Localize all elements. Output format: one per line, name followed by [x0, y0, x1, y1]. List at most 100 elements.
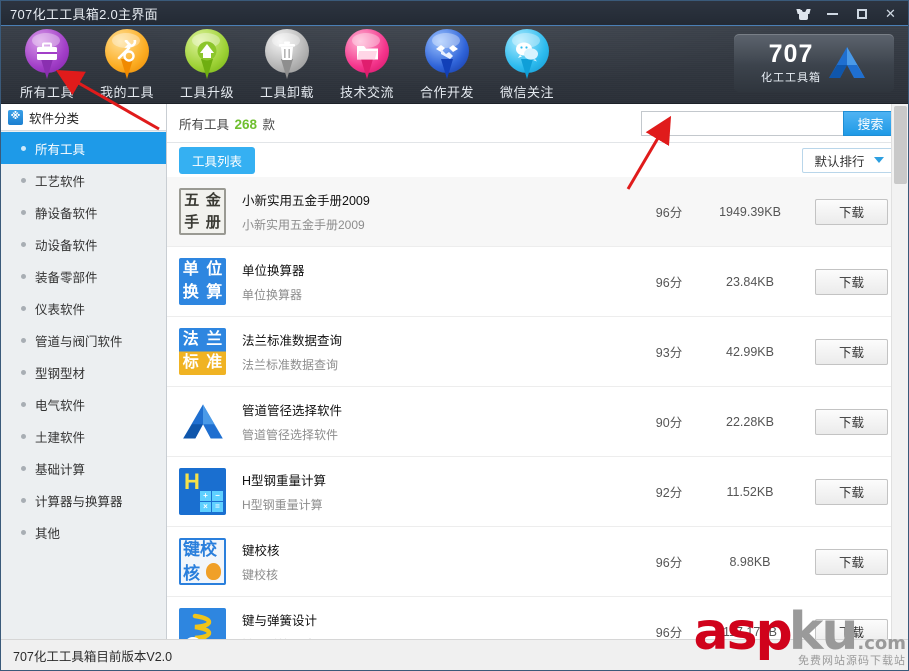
main-toolbar: 所有工具 我的工具 工具升级 工具卸载 技术交流 合作开发 微信关注 707 化…	[1, 26, 908, 104]
toolbar-item-label: 合作开发	[419, 85, 474, 100]
wrench-glyph	[117, 40, 137, 62]
status-bar-text: 707化工工具箱目前版本V2.0	[13, 649, 173, 664]
tool-score: 96分	[655, 556, 683, 570]
sidebar-item-civil-software[interactable]: 土建软件	[1, 420, 166, 452]
toolbar-item-upgrade[interactable]: 工具升级	[167, 26, 247, 104]
up-arrow-glyph	[197, 41, 217, 61]
briefcase-glyph	[37, 42, 57, 60]
body-area: ※ 软件分类 所有工具 工艺软件 静设备软件 动设备软件 装备零部件 仪表软件 …	[1, 104, 908, 639]
table-row[interactable]: H + − × = H型钢重量计算 H型钢重量计算 92分 11.52KB 下载	[167, 457, 908, 527]
maximize-button[interactable]	[848, 2, 875, 25]
sidebar-item-all-tools[interactable]: 所有工具	[1, 132, 166, 164]
table-row[interactable]: 法兰标准 法兰标准数据查询 法兰标准数据查询 93分 42.99KB 下载	[167, 317, 908, 387]
tool-meta: 法兰标准数据查询 法兰标准数据查询	[242, 330, 572, 373]
download-button[interactable]: 下载	[815, 268, 888, 295]
sidebar-item-label: 静设备软件	[35, 206, 98, 221]
skin-icon[interactable]	[790, 2, 817, 25]
handshake-icon	[422, 29, 472, 81]
toolbar-item-my-tools[interactable]: 我的工具	[87, 26, 167, 104]
toolbar-item-cooperation[interactable]: 合作开发	[407, 26, 487, 104]
toolbar-item-uninstall[interactable]: 工具卸载	[247, 26, 327, 104]
tool-size: 11.52KB	[726, 484, 774, 499]
bullet-icon	[21, 497, 26, 503]
tool-score: 96分	[655, 206, 683, 220]
sidebar-item-instrument-software[interactable]: 仪表软件	[1, 292, 166, 324]
sidebar-item-pipe-valve-software[interactable]: 管道与阀门软件	[1, 324, 166, 356]
trash-glyph	[279, 41, 295, 60]
sidebar-list: 所有工具 工艺软件 静设备软件 动设备软件 装备零部件 仪表软件 管道与阀门软件…	[1, 131, 166, 548]
sidebar-item-label: 其他	[35, 526, 61, 541]
bullet-icon	[21, 529, 26, 535]
tool-name: 小新实用五金手册2009	[242, 194, 370, 208]
sidebar-item-label: 管道与阀门软件	[35, 334, 123, 349]
tool-name: 法兰标准数据查询	[242, 334, 343, 348]
table-row[interactable]: 五金手册 小新实用五金手册2009 小新实用五金手册2009 96分 1949.…	[167, 177, 908, 247]
sidebar-item-label: 基础计算	[35, 462, 86, 477]
h-steel-icon: H + − × =	[179, 468, 226, 515]
content-area: 所有工具 268 款 搜索 工具列表 默认排行 五 金 手 册 小新实用五金手册…	[167, 104, 908, 639]
bullet-icon	[21, 337, 26, 343]
toolbar-item-wechat[interactable]: 微信关注	[487, 26, 567, 104]
bullet-icon	[21, 305, 26, 311]
content-header: 所有工具 268 款 搜索	[167, 104, 908, 143]
close-button[interactable]: ✕	[877, 2, 904, 25]
wechat-glyph	[516, 42, 538, 61]
sort-dropdown[interactable]: 默认排行	[802, 147, 896, 173]
category-icon: ※	[8, 109, 23, 125]
bullet-icon	[21, 273, 26, 279]
folder-glyph	[356, 45, 378, 59]
toolbar-item-label: 我的工具	[99, 85, 154, 100]
sidebar-item-label: 计算器与换算器	[35, 494, 123, 509]
sidebar-item-static-equipment[interactable]: 静设备软件	[1, 196, 166, 228]
table-row[interactable]: 单位换算 单位换算器 单位换算器 96分 23.84KB 下载	[167, 247, 908, 317]
tool-name: 键校核	[242, 544, 280, 558]
vertical-scrollbar[interactable]	[891, 104, 908, 639]
toolbar-item-label: 工具升级	[179, 85, 234, 100]
download-button[interactable]: 下载	[815, 548, 888, 575]
window-title: 707化工工具箱2.0主界面	[10, 6, 158, 22]
window-controls: ✕	[790, 1, 904, 26]
table-row[interactable]: 管道管径选择软件 管道管径选择软件 90分 22.28KB 下载	[167, 387, 908, 457]
sidebar-item-calculator-converter[interactable]: 计算器与换算器	[1, 484, 166, 516]
logo-mark-icon	[829, 47, 865, 78]
maximize-icon	[856, 8, 867, 19]
tool-name: 单位换算器	[242, 264, 305, 278]
bullet-icon	[21, 209, 26, 215]
tool-meta: 小新实用五金手册2009 小新实用五金手册2009	[242, 190, 572, 233]
download-button[interactable]: 下载	[815, 338, 888, 365]
tool-desc: H型钢重量计算	[242, 498, 323, 512]
tab-tool-list[interactable]: 工具列表	[179, 146, 256, 174]
sidebar-item-other[interactable]: 其他	[1, 516, 166, 548]
sidebar-item-process-software[interactable]: 工艺软件	[1, 164, 166, 196]
search-button[interactable]: 搜索	[843, 110, 898, 136]
scrollbar-thumb[interactable]	[894, 106, 907, 184]
tool-name: H型钢重量计算	[242, 474, 327, 488]
sidebar-item-steel-sections[interactable]: 型钢型材	[1, 356, 166, 388]
download-button[interactable]: 下载	[815, 618, 888, 639]
sidebar-item-electrical-software[interactable]: 电气软件	[1, 388, 166, 420]
sidebar-item-basic-calculation[interactable]: 基础计算	[1, 452, 166, 484]
bullet-icon	[21, 145, 26, 151]
toolbar-item-all-tools[interactable]: 所有工具	[7, 26, 87, 104]
sidebar-item-dynamic-equipment[interactable]: 动设备软件	[1, 228, 166, 260]
shirt-icon	[796, 8, 811, 20]
sidebar-item-label: 装备零部件	[35, 270, 98, 285]
download-button[interactable]: 下载	[815, 478, 888, 505]
table-row[interactable]: 键校 核 键校核 键校核 96分 8.98KB 下载	[167, 527, 908, 597]
content-subheader: 工具列表 默认排行	[167, 143, 908, 177]
toolbar-item-tech-exchange[interactable]: 技术交流	[327, 26, 407, 104]
download-button[interactable]: 下载	[815, 198, 888, 225]
download-button[interactable]: 下载	[815, 408, 888, 435]
logo-title: 707	[768, 39, 814, 68]
sidebar-item-label: 型钢型材	[35, 366, 86, 381]
pipe-logo-icon	[179, 398, 226, 445]
table-row[interactable]: 键与弹簧设计 键与弹簧设计 96分 117.17KB 下载	[167, 597, 908, 639]
triangle-logo-icon	[182, 403, 223, 438]
sidebar-item-equipment-parts[interactable]: 装备零部件	[1, 260, 166, 292]
folder-icon	[342, 29, 392, 81]
search-input[interactable]	[641, 110, 843, 136]
bullet-icon	[21, 433, 26, 439]
wechat-icon	[502, 29, 552, 81]
tool-size: 22.28KB	[726, 414, 774, 429]
minimize-button[interactable]	[819, 2, 846, 25]
